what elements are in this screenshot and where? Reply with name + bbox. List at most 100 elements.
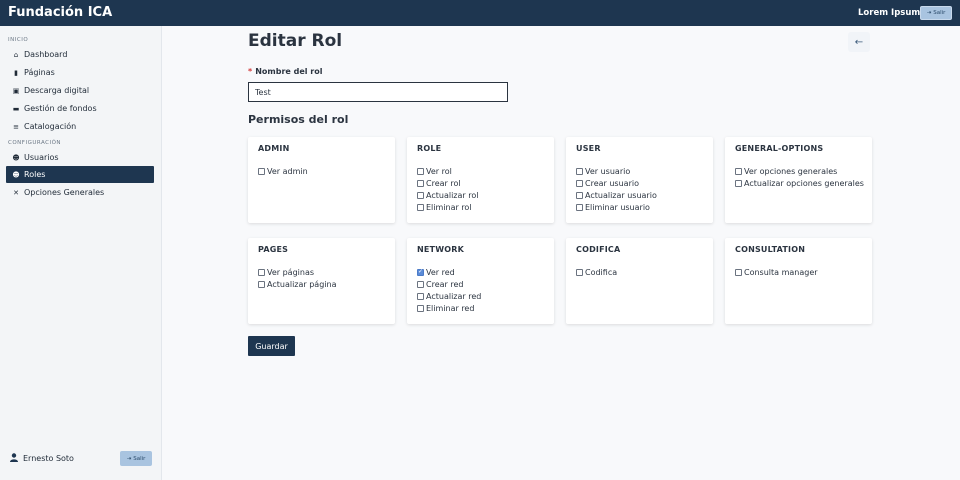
permission-checkbox[interactable]: [735, 179, 742, 187]
sidebar-item-fondos[interactable]: ▬ Gestión de fondos: [6, 100, 154, 117]
permission-list: Ver admin: [258, 165, 308, 177]
permission-item[interactable]: Ver usuario: [576, 165, 657, 177]
permission-item[interactable]: Consulta manager: [735, 266, 818, 278]
permission-label: Crear usuario: [585, 178, 639, 188]
sidebar-item-catalogacion[interactable]: ≡ Catalogación: [6, 118, 154, 135]
permission-card-title: NETWORK: [417, 245, 465, 254]
back-button[interactable]: ←: [848, 32, 870, 52]
logout-icon: ⇥: [126, 455, 132, 462]
sidebar-item-label: Catalogación: [24, 122, 77, 131]
sidebar-item-descarga[interactable]: ▣ Descarga digital: [6, 82, 154, 99]
permission-list: Codifica: [576, 266, 617, 278]
permission-card-pages: PAGES Ver páginas Actualizar página: [248, 238, 395, 324]
permission-checkbox[interactable]: ✓: [417, 268, 424, 276]
footer-exit-button[interactable]: ⇥ Salir: [120, 451, 152, 466]
role-name-input[interactable]: [248, 82, 508, 102]
sidebar-item-label: Dashboard: [24, 50, 68, 59]
permission-checkbox[interactable]: [576, 268, 583, 276]
logout-icon: ⇥: [926, 10, 932, 16]
permission-label: Eliminar rol: [426, 202, 472, 212]
permission-item[interactable]: Actualizar usuario: [576, 189, 657, 201]
permission-checkbox[interactable]: [417, 179, 424, 187]
permission-checkbox[interactable]: [258, 167, 265, 175]
footer-user[interactable]: Ernesto Soto: [10, 453, 74, 464]
permission-checkbox[interactable]: [258, 280, 265, 288]
permission-item[interactable]: Eliminar usuario: [576, 201, 657, 213]
permission-card-title: CODIFICA: [576, 245, 621, 254]
permission-card-admin: ADMIN Ver admin: [248, 137, 395, 223]
permission-item[interactable]: Crear red: [417, 278, 481, 290]
brand-title[interactable]: Fundación ICA: [8, 5, 112, 20]
permission-item[interactable]: Ver admin: [258, 165, 308, 177]
permission-item[interactable]: Ver páginas: [258, 266, 336, 278]
permission-checkbox[interactable]: [417, 167, 424, 175]
permission-label: Actualizar rol: [426, 190, 479, 200]
permission-label: Actualizar usuario: [585, 190, 657, 200]
permission-label: Ver usuario: [585, 166, 631, 176]
footer-exit-label: Salir: [133, 455, 146, 462]
permission-item[interactable]: Eliminar red: [417, 302, 481, 314]
permission-label: Ver páginas: [267, 267, 315, 277]
header-exit-button[interactable]: ⇥ Salir: [920, 6, 952, 20]
permission-label: Crear red: [426, 279, 464, 289]
users-icon: ☻: [12, 153, 20, 162]
permission-list: Ver usuario Crear usuario Actualizar usuar…: [576, 165, 657, 213]
permission-checkbox[interactable]: [576, 191, 583, 199]
permission-card-user: USER Ver usuario Crear usuario Actualizar u…: [566, 137, 713, 223]
permission-checkbox[interactable]: [576, 167, 583, 175]
permission-checkbox[interactable]: [735, 268, 742, 276]
permission-checkbox[interactable]: [576, 179, 583, 187]
permission-card-codifica: CODIFICA Codifica: [566, 238, 713, 324]
page-title: Editar Rol: [248, 31, 343, 51]
sidebar-item-dashboard[interactable]: ⌂ Dashboard: [6, 46, 154, 63]
permission-card-title: PAGES: [258, 245, 289, 254]
sidebar-item-label: Descarga digital: [24, 86, 90, 95]
permission-label: Ver rol: [426, 166, 452, 176]
permission-item[interactable]: Crear rol: [417, 177, 478, 189]
permission-item[interactable]: Actualizar página: [258, 278, 336, 290]
permission-card-role: ROLE Ver rol Crear rol Actualizar rol Elimin…: [407, 137, 554, 223]
sidebar-item-opciones[interactable]: ✕ Opciones Generales: [6, 184, 154, 201]
permission-item[interactable]: Eliminar rol: [417, 201, 478, 213]
sidebar-item-roles[interactable]: ☻ Roles: [6, 166, 154, 183]
permission-checkbox[interactable]: [576, 203, 583, 211]
permission-label: Ver admin: [267, 166, 308, 176]
section-label-inicio: INICIO: [8, 37, 29, 43]
permission-list: ✓ Ver red Crear red Actualizar red Eliminar …: [417, 266, 481, 314]
permission-checkbox[interactable]: [258, 268, 265, 276]
footer-user-name: Ernesto Soto: [23, 454, 74, 463]
permission-checkbox[interactable]: [417, 304, 424, 312]
save-button[interactable]: Guardar: [248, 336, 295, 356]
permission-card-title: CONSULTATION: [735, 245, 806, 254]
permission-item[interactable]: Ver rol: [417, 165, 478, 177]
permission-checkbox[interactable]: [735, 167, 742, 175]
sidebar-footer: Ernesto Soto ⇥ Salir: [0, 440, 162, 480]
permission-label: Actualizar página: [267, 279, 337, 289]
permission-item[interactable]: Actualizar red: [417, 290, 481, 302]
sidebar-item-paginas[interactable]: ▮ Páginas: [6, 64, 154, 81]
permission-item[interactable]: ✓ Ver red: [417, 266, 481, 278]
permission-label: Ver red: [426, 267, 455, 277]
permission-card-title: ROLE: [417, 144, 442, 153]
permission-checkbox[interactable]: [417, 191, 424, 199]
file-icon: ▮: [14, 68, 18, 77]
permission-item[interactable]: Codifica: [576, 266, 617, 278]
permission-label: Actualizar red: [426, 291, 482, 301]
folder-icon: ▬: [12, 104, 20, 113]
permission-label: Crear rol: [426, 178, 461, 188]
sidebar-item-usuarios[interactable]: ☻ Usuarios: [6, 149, 154, 166]
permission-item[interactable]: Crear usuario: [576, 177, 657, 189]
sidebar-item-label: Opciones Generales: [24, 188, 105, 197]
permission-item[interactable]: Ver opciones generales: [735, 165, 864, 177]
permission-item[interactable]: Actualizar opciones generales: [735, 177, 864, 189]
permission-label: Eliminar usuario: [585, 202, 650, 212]
permission-checkbox[interactable]: [417, 292, 424, 300]
permission-checkbox[interactable]: [417, 280, 424, 288]
permission-item[interactable]: Actualizar rol: [417, 189, 478, 201]
permission-card-consultation: CONSULTATION Consulta manager: [725, 238, 872, 324]
permission-checkbox[interactable]: [417, 203, 424, 211]
section-label-config: CONFIGURACIÓN: [8, 140, 62, 146]
header-user-name[interactable]: Lorem Ipsum: [858, 8, 920, 18]
permission-card-title: GENERAL-OPTIONS: [735, 144, 824, 153]
download-icon: ▣: [12, 86, 20, 95]
